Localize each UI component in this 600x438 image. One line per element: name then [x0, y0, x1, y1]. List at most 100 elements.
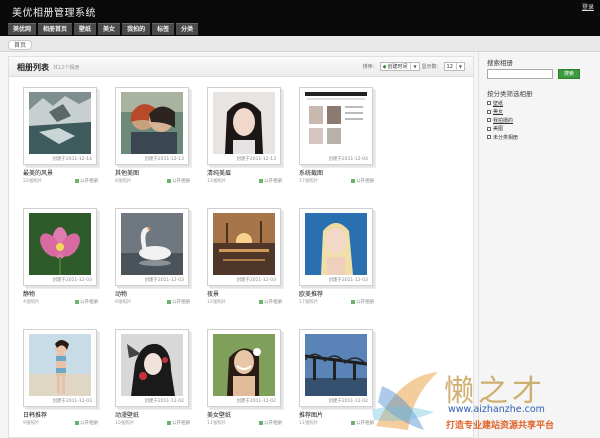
checkbox-icon[interactable]	[487, 109, 491, 114]
album-date: 创建于2011-12-02	[144, 399, 184, 404]
album-cover[interactable]: 创建于2011-12-03	[23, 208, 97, 286]
watermark-url: www.aizhanzhe.com	[448, 404, 545, 415]
visibility-label: 公开相册	[356, 179, 374, 184]
filter-item-pictures[interactable]: 美图	[487, 125, 518, 134]
category-filter-list: 壁纸 美女 我拍摄的 美图 未分类相册	[487, 99, 518, 142]
album-cover[interactable]: 创建于2011-12-13	[115, 87, 189, 165]
photo-count: 11张照片	[299, 421, 319, 426]
public-icon	[167, 420, 171, 425]
album-cover[interactable]: 创建于2011-12-03	[299, 208, 373, 286]
album-meta: 11张照片 公开相册	[299, 420, 374, 426]
public-icon	[351, 178, 355, 183]
album-date: 创建于2011-12-03	[52, 399, 92, 404]
album-title[interactable]: 其他美图	[115, 168, 139, 177]
public-icon	[259, 420, 263, 425]
album-title[interactable]: 动漫壁纸	[115, 410, 139, 419]
public-icon	[75, 299, 79, 304]
public-icon	[75, 178, 79, 183]
sort-label: 排序：	[362, 64, 378, 70]
nav-item-beauty[interactable]: 美女	[98, 23, 121, 35]
album-cover[interactable]: 创建于2011-12-03	[207, 208, 281, 286]
album-meta: 22张照片 公开相册	[23, 178, 98, 184]
photo-count: 13张照片	[207, 179, 227, 184]
album-title[interactable]: 欧美推荐	[299, 289, 323, 298]
breadcrumb: 首页	[0, 36, 600, 52]
visibility-label: 公开相册	[172, 179, 190, 184]
album-cover[interactable]: 创建于2011-12-02	[115, 329, 189, 407]
show-count-label: 显示数：	[421, 64, 442, 70]
album-cover[interactable]: 创建于2011-12-14	[23, 87, 97, 165]
album-cover[interactable]: 创建于2011-12-02	[299, 329, 373, 407]
album-card: 创建于2011-12-13 其他美图 8张照片 公开相册	[115, 87, 207, 208]
album-card: 创建于2011-12-03 日韩推荐 9张照片 公开相册	[23, 329, 115, 438]
album-date: 创建于2011-12-03	[236, 278, 276, 283]
photo-count: 12张照片	[207, 300, 227, 305]
checkbox-icon[interactable]	[487, 126, 491, 131]
page-title: 相册列表	[17, 63, 49, 72]
album-title[interactable]: 动物	[115, 289, 127, 298]
search-button[interactable]: 搜索	[558, 69, 580, 79]
album-cover[interactable]: 创建于2011-12-03	[23, 329, 97, 407]
album-title[interactable]: 静物	[23, 289, 35, 298]
album-title[interactable]: 美女壁纸	[207, 410, 231, 419]
nav-item-wallpaper[interactable]: 壁纸	[74, 23, 97, 35]
nav-item-my-shots[interactable]: 我拍的	[122, 23, 151, 35]
album-photo	[305, 334, 367, 396]
sort-select[interactable]: ◆ 创建时间 ▼	[379, 62, 420, 71]
album-title[interactable]: 最美的风景	[23, 168, 53, 177]
album-card: 创建于2011-12-04 系统截图 17张照片 公开相册	[299, 87, 391, 208]
visibility-badge: 公开相册	[259, 178, 282, 184]
album-photo	[29, 92, 91, 154]
chevron-down-icon: ▼	[410, 62, 417, 71]
visibility-label: 公开相册	[80, 421, 98, 426]
visibility-badge: 公开相册	[75, 299, 98, 305]
album-photo	[121, 213, 183, 275]
filter-item-my-shots[interactable]: 我拍摄的	[487, 116, 518, 125]
public-icon	[351, 420, 355, 425]
filter-item-wallpaper[interactable]: 壁纸	[487, 99, 518, 108]
album-title[interactable]: 日韩推荐	[23, 410, 47, 419]
search-input[interactable]	[487, 69, 553, 79]
visibility-badge: 公开相册	[167, 178, 190, 184]
album-meta: 6张照片 公开相册	[115, 299, 190, 305]
checkbox-icon[interactable]	[487, 135, 491, 140]
checkbox-icon[interactable]	[487, 101, 491, 106]
show-count-select[interactable]: 12 ▼	[443, 62, 465, 71]
album-title[interactable]: 推荐图片	[299, 410, 323, 419]
photo-count: 8张照片	[115, 179, 132, 184]
nav-item-meiyou[interactable]: 美优网	[8, 23, 37, 35]
album-cover[interactable]: 创建于2011-12-04	[299, 87, 373, 165]
visibility-badge: 公开相册	[75, 178, 98, 184]
nav-item-categories[interactable]: 分类	[176, 23, 199, 35]
album-title[interactable]: 系统截图	[299, 168, 323, 177]
album-card: 创建于2011-12-02 美女壁纸 11张照片 公开相册	[207, 329, 299, 438]
nav-item-album-home[interactable]: 相册首页	[38, 23, 73, 35]
visibility-label: 公开相册	[80, 179, 98, 184]
watermark-logo-icon	[372, 372, 438, 430]
visibility-label: 公开相册	[264, 300, 282, 305]
album-title[interactable]: 清纯美眉	[207, 168, 231, 177]
filter-item-uncategorized[interactable]: 未分类相册	[487, 133, 518, 142]
album-photo	[29, 334, 91, 396]
filter-label: 壁纸	[493, 100, 504, 107]
photo-count: 17张照片	[299, 300, 319, 305]
album-card: 创建于2011-12-03 静物 4张照片 公开相册	[23, 208, 115, 329]
album-cover[interactable]: 创建于2011-12-13	[207, 87, 281, 165]
filter-label: 美女	[493, 109, 504, 116]
checkbox-icon[interactable]	[487, 118, 491, 123]
breadcrumb-home[interactable]: 首页	[8, 40, 33, 50]
visibility-label: 公开相册	[80, 300, 98, 305]
album-cover[interactable]: 创建于2011-12-03	[115, 208, 189, 286]
photo-count: 10张照片	[115, 421, 135, 426]
visibility-badge: 公开相册	[167, 299, 190, 305]
album-cover[interactable]: 创建于2011-12-02	[207, 329, 281, 407]
album-title[interactable]: 夜景	[207, 289, 219, 298]
album-card: 创建于2011-12-02 动漫壁纸 10张照片 公开相册	[115, 329, 207, 438]
album-date: 创建于2011-12-13	[144, 157, 184, 162]
filter-label: 未分类相册	[493, 134, 519, 141]
login-link[interactable]: 登录	[582, 2, 594, 11]
album-card: 创建于2011-12-14 最美的风景 22张照片 公开相册	[23, 87, 115, 208]
nav-item-tags[interactable]: 标签	[152, 23, 175, 35]
filter-item-beauty[interactable]: 美女	[487, 108, 518, 117]
album-date: 创建于2011-12-04	[328, 157, 368, 162]
